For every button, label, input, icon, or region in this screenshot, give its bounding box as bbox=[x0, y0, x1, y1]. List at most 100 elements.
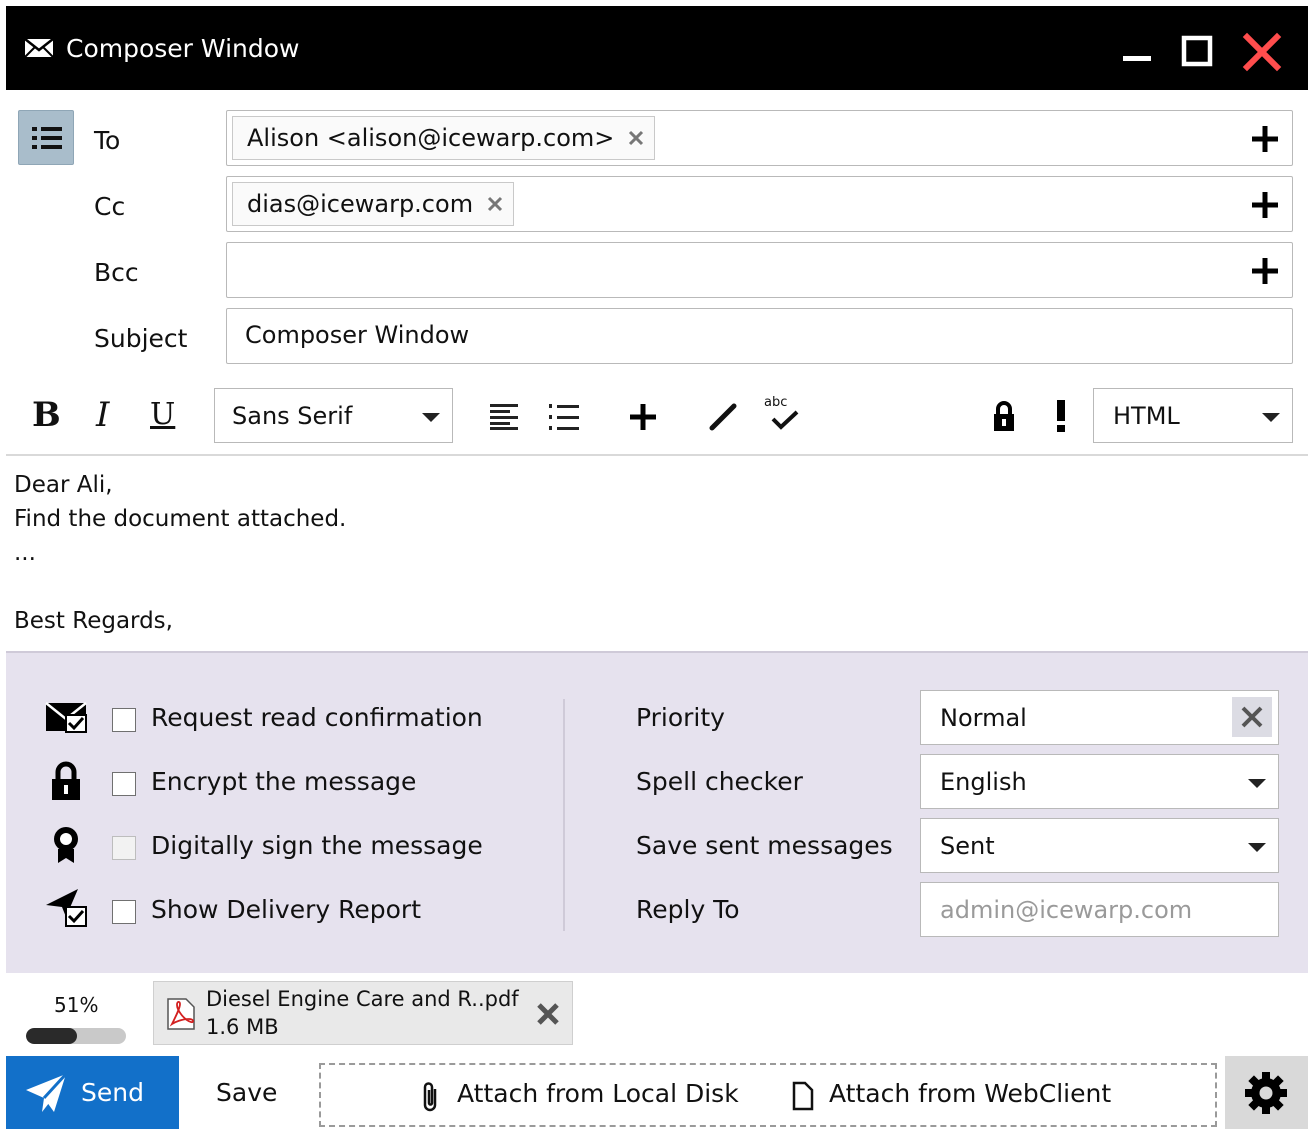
body-line: ... bbox=[14, 540, 36, 566]
options-panel: Request read confirmation Encrypt the me… bbox=[6, 651, 1308, 973]
delivery-report-checkbox[interactable] bbox=[112, 900, 136, 924]
chevron-down-icon bbox=[1248, 843, 1266, 852]
body-line: Find the document attached. bbox=[14, 506, 347, 532]
send-label: Send bbox=[81, 1078, 144, 1107]
bcc-field[interactable] bbox=[226, 242, 1293, 298]
format-select[interactable]: HTML bbox=[1093, 388, 1293, 443]
bold-button[interactable]: B bbox=[32, 395, 61, 435]
send-plane-icon bbox=[26, 1072, 68, 1112]
save-sent-label: Save sent messages bbox=[636, 831, 893, 860]
subject-label: Subject bbox=[94, 324, 188, 353]
read-confirmation-icon bbox=[45, 702, 87, 733]
list-icon bbox=[32, 127, 62, 149]
paperclip-icon bbox=[423, 1082, 437, 1112]
remove-recipient-icon[interactable] bbox=[628, 130, 644, 146]
options-divider bbox=[563, 699, 565, 931]
cc-recipient-chip[interactable]: dias@icewarp.com bbox=[232, 182, 515, 226]
window-title: Composer Window bbox=[66, 34, 300, 63]
reply-to-label: Reply To bbox=[636, 895, 740, 924]
attach-webclient-button[interactable]: Attach from WebClient bbox=[829, 1079, 1111, 1108]
title-bar: Composer Window bbox=[6, 6, 1308, 90]
priority-value: Normal bbox=[940, 704, 1027, 732]
mail-icon bbox=[24, 38, 54, 58]
delivery-report-label: Show Delivery Report bbox=[151, 895, 421, 924]
document-icon bbox=[792, 1081, 814, 1111]
subject-field[interactable]: Composer Window bbox=[226, 308, 1293, 364]
bcc-label: Bcc bbox=[94, 258, 139, 287]
attachment-card[interactable]: Diesel Engine Care and R..pdf 1.6 MB bbox=[153, 981, 573, 1045]
minimize-icon[interactable] bbox=[1119, 32, 1159, 72]
recipient-chip[interactable]: Alison <alison@icewarp.com> bbox=[232, 116, 656, 160]
cc-chip-label: dias@icewarp.com bbox=[247, 190, 474, 218]
chevron-down-icon bbox=[1262, 413, 1280, 422]
chevron-down-icon bbox=[422, 413, 440, 422]
reply-to-placeholder: admin@icewarp.com bbox=[940, 896, 1193, 924]
attach-drop-zone[interactable]: Attach from Local Disk Attach from WebCl… bbox=[319, 1063, 1217, 1127]
priority-label: Priority bbox=[636, 703, 725, 732]
read-confirmation-label: Request read confirmation bbox=[151, 703, 483, 732]
to-label: To bbox=[94, 126, 121, 155]
encrypt-lock-icon bbox=[52, 761, 80, 800]
upload-progress-bar bbox=[26, 1028, 126, 1044]
spellcheck-icon[interactable]: abc bbox=[764, 395, 804, 435]
pen-icon[interactable] bbox=[708, 400, 740, 432]
remove-attachment-icon[interactable] bbox=[536, 1002, 560, 1026]
spell-checker-select[interactable]: English bbox=[920, 754, 1279, 809]
encrypt-checkbox[interactable] bbox=[112, 772, 136, 796]
remove-cc-icon[interactable] bbox=[487, 196, 503, 212]
to-field[interactable]: Alison <alison@icewarp.com> bbox=[226, 110, 1293, 166]
encrypt-label: Encrypt the message bbox=[151, 767, 417, 796]
align-left-icon[interactable] bbox=[490, 404, 520, 430]
clear-priority-button[interactable] bbox=[1232, 697, 1272, 737]
add-bcc-icon[interactable] bbox=[1250, 256, 1280, 286]
gear-icon bbox=[1245, 1072, 1287, 1114]
sign-label: Digitally sign the message bbox=[151, 831, 483, 860]
spell-checker-value: English bbox=[940, 768, 1027, 796]
underline-button[interactable]: U bbox=[150, 397, 175, 432]
certificate-icon bbox=[54, 827, 78, 863]
attach-local-button[interactable]: Attach from Local Disk bbox=[457, 1079, 739, 1108]
close-icon[interactable] bbox=[1242, 32, 1282, 72]
italic-button[interactable]: I bbox=[96, 395, 109, 435]
add-cc-icon[interactable] bbox=[1250, 190, 1280, 220]
spell-checker-label: Spell checker bbox=[636, 767, 803, 796]
chevron-down-icon bbox=[1248, 779, 1266, 788]
bottom-bar: Send Save Attach from Local Disk Attach … bbox=[6, 1053, 1308, 1129]
save-sent-value: Sent bbox=[940, 832, 995, 860]
upload-progress-text: 51% bbox=[54, 993, 99, 1017]
reply-to-input[interactable]: admin@icewarp.com bbox=[920, 882, 1279, 937]
upload-progress-fill bbox=[26, 1028, 77, 1044]
sign-checkbox[interactable] bbox=[112, 836, 136, 860]
address-book-button[interactable] bbox=[18, 110, 74, 165]
add-to-icon[interactable] bbox=[1250, 124, 1280, 154]
read-confirmation-checkbox[interactable] bbox=[112, 708, 136, 732]
exclamation-icon[interactable] bbox=[1054, 400, 1068, 432]
numbered-list-icon[interactable] bbox=[549, 403, 581, 431]
font-family-value: Sans Serif bbox=[232, 402, 353, 430]
delivery-report-icon bbox=[46, 889, 87, 927]
recipient-chip-label: Alison <alison@icewarp.com> bbox=[247, 124, 615, 152]
insert-plus-icon[interactable] bbox=[628, 402, 658, 432]
spellcheck-abc-text: abc bbox=[764, 395, 788, 410]
attachment-size: 1.6 MB bbox=[206, 1015, 279, 1039]
send-button[interactable]: Send bbox=[6, 1056, 179, 1129]
priority-field[interactable]: Normal bbox=[920, 690, 1279, 745]
subject-value: Composer Window bbox=[245, 321, 470, 349]
maximize-icon[interactable] bbox=[1178, 32, 1218, 72]
message-body[interactable]: Dear Ali, Find the document attached. ..… bbox=[14, 468, 346, 638]
close-icon bbox=[1241, 706, 1263, 728]
save-sent-select[interactable]: Sent bbox=[920, 818, 1279, 873]
lock-icon[interactable] bbox=[992, 400, 1016, 432]
composer-main: To Cc Bcc Subject Alison <alison@icewarp… bbox=[6, 90, 1308, 653]
attachment-name: Diesel Engine Care and R..pdf bbox=[206, 987, 519, 1011]
cc-label: Cc bbox=[94, 192, 126, 221]
body-line: Dear Ali, bbox=[14, 472, 113, 498]
settings-button[interactable] bbox=[1225, 1056, 1308, 1129]
attachments-area: 51% Diesel Engine Care and R..pdf 1.6 MB bbox=[6, 973, 1308, 1053]
cc-field[interactable]: dias@icewarp.com bbox=[226, 176, 1293, 232]
format-value: HTML bbox=[1113, 402, 1180, 430]
body-line bbox=[14, 570, 346, 604]
font-family-select[interactable]: Sans Serif bbox=[214, 388, 453, 443]
body-line: Best Regards, bbox=[14, 608, 173, 634]
save-button[interactable]: Save bbox=[216, 1078, 277, 1107]
